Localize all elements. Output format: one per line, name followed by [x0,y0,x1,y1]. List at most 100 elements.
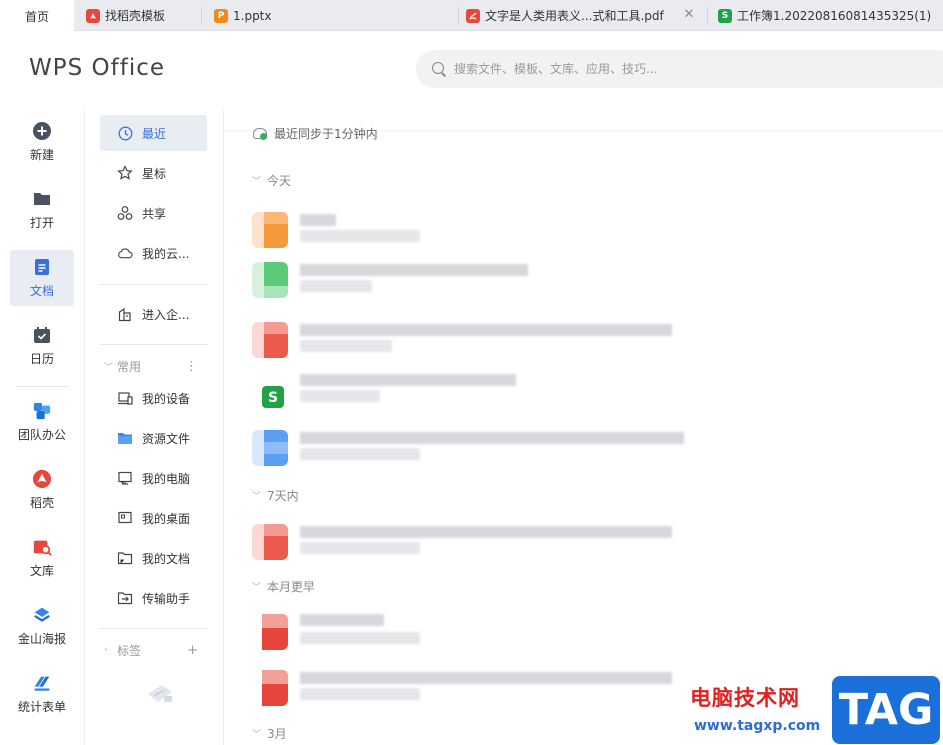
add-tag-icon[interactable]: + [187,643,198,658]
nav-item-recent[interactable]: 最近 [100,115,207,151]
sheet-icon: S [718,8,732,23]
file-meta-placeholder [300,340,392,352]
rail-item-open[interactable]: 打开 [10,182,74,238]
nav-item-shared[interactable]: 共享 [100,195,207,231]
file-name-placeholder [300,374,516,386]
nav-divider [100,628,207,629]
ppt-icon: P [214,8,228,23]
team-office-icon [32,401,52,421]
search-bar[interactable] [416,50,943,88]
file-icon [252,430,288,466]
wps-office-logo: WPS Office [29,55,166,81]
file-name-placeholder [300,264,528,276]
tab-pptx-file[interactable]: P 1.pptx [208,0,458,31]
file-meta-placeholder [300,390,380,402]
nav-item-resource-files[interactable]: 资源文件 [100,420,207,456]
nav-item-my-device[interactable]: 我的设备 [100,380,207,416]
nav-item-enterprise[interactable]: 进入企... [100,296,207,332]
left-rail: 新建 打开 文档 日历 团队办公 稻壳 文库 金山海报 统计表单 [0,110,84,745]
section-earlier-month[interactable]: ﹀ 本月更早 [252,577,315,595]
file-row[interactable] [252,608,692,654]
rail-item-label: 文档 [29,284,54,298]
pdf-icon [466,8,480,23]
more-vertical-icon[interactable]: ⋮ [185,359,198,374]
star-icon [117,165,133,181]
tab-pdf-label: 文字是人类用表义...式和工具.pdf [485,9,664,23]
chevron-down-icon: ﹀ [252,729,262,740]
section-seven-days[interactable]: ﹀ 7天内 [252,486,299,504]
nav-item-my-computer[interactable]: 我的电脑 [100,460,207,496]
search-input[interactable] [454,62,854,76]
tab-sheet-file[interactable]: S 工作簿1.20220816081435325(1) [712,0,943,31]
nav-label: 共享 [142,206,167,221]
plus-circle-icon [32,121,52,141]
file-row[interactable] [252,664,692,710]
docer-icon [32,469,52,489]
folder-icon [32,189,52,209]
nav-item-starred[interactable]: 星标 [100,155,207,191]
nav-item-my-documents[interactable]: 我的文档 [100,540,207,576]
file-meta-placeholder [300,688,420,700]
nav-item-my-desktop[interactable]: 我的桌面 [100,500,207,536]
nav-label: 传输助手 [142,591,191,606]
file-name-placeholder [300,614,384,626]
file-row[interactable] [252,316,692,362]
rail-item-documents[interactable]: 文档 [10,250,74,306]
section-march[interactable]: ﹀ 3月 [252,724,287,742]
file-row[interactable] [252,424,692,470]
computer-icon [117,470,133,486]
group-tags-header[interactable]: › 标签 + [104,640,204,660]
chevron-down-icon: ﹀ [252,176,262,187]
rail-item-label: 日历 [29,352,54,366]
file-row[interactable] [252,256,692,302]
rail-item-library[interactable]: 文库 [10,530,74,586]
chevron-down-icon: ﹀ [252,491,262,502]
file-name-placeholder [300,432,684,444]
nav-label: 我的文档 [142,551,191,566]
nav-label: 我的设备 [142,391,191,406]
group-common-header[interactable]: ﹀ 常用 ⋮ [104,356,204,376]
tab-home[interactable]: 首页 [0,0,74,32]
file-name-placeholder [300,526,672,538]
group-label: 标签 [117,643,142,658]
section-label: 本月更早 [267,579,316,594]
section-today[interactable]: ﹀ 今天 [252,171,291,189]
transfer-icon [117,590,133,606]
file-icon [252,524,288,560]
rail-item-form[interactable]: 统计表单 [10,666,74,722]
nav-item-transfer-helper[interactable]: 传输助手 [100,580,207,616]
rail-item-team-office[interactable]: 团队办公 [10,394,74,450]
nav-divider-line [223,110,224,745]
docer-icon [86,8,100,23]
tab-home-label: 首页 [24,9,49,24]
svg-text:S: S [268,390,278,406]
rail-item-new[interactable]: 新建 [10,114,74,170]
file-icon [252,614,288,650]
nav-label: 进入企... [142,307,190,322]
file-icon [252,670,288,706]
file-row[interactable] [252,206,692,252]
rail-item-calendar[interactable]: 日历 [10,318,74,374]
sheet-icon: S [252,372,288,408]
cloud-icon [117,245,133,261]
file-icon [252,212,288,248]
library-icon [32,537,52,557]
tab-pdf-file[interactable]: 文字是人类用表义...式和工具.pdf ✕ [460,0,706,31]
file-row[interactable] [252,518,692,564]
file-name-placeholder [300,214,336,226]
file-meta-placeholder [300,542,420,554]
rail-divider-line [84,110,85,745]
file-row[interactable]: S [252,366,692,412]
nav-label: 最近 [142,126,167,141]
rail-item-label: 统计表单 [17,700,66,714]
nav-item-my-cloud[interactable]: 我的云... [100,235,207,271]
tab-docer-templates[interactable]: 找稻壳模板 [80,0,200,31]
nav-divider [100,284,207,285]
search-icon [431,61,447,77]
file-name-placeholder [300,324,672,336]
rail-item-poster[interactable]: 金山海报 [10,598,74,654]
close-icon[interactable]: ✕ [682,8,696,22]
watermark-badge: TAG [832,676,940,744]
tab-bar: 首页 找稻壳模板 P 1.pptx 文字是人类用表义...式和工具.pdf ✕ … [0,0,943,32]
rail-item-docer[interactable]: 稻壳 [10,462,74,518]
